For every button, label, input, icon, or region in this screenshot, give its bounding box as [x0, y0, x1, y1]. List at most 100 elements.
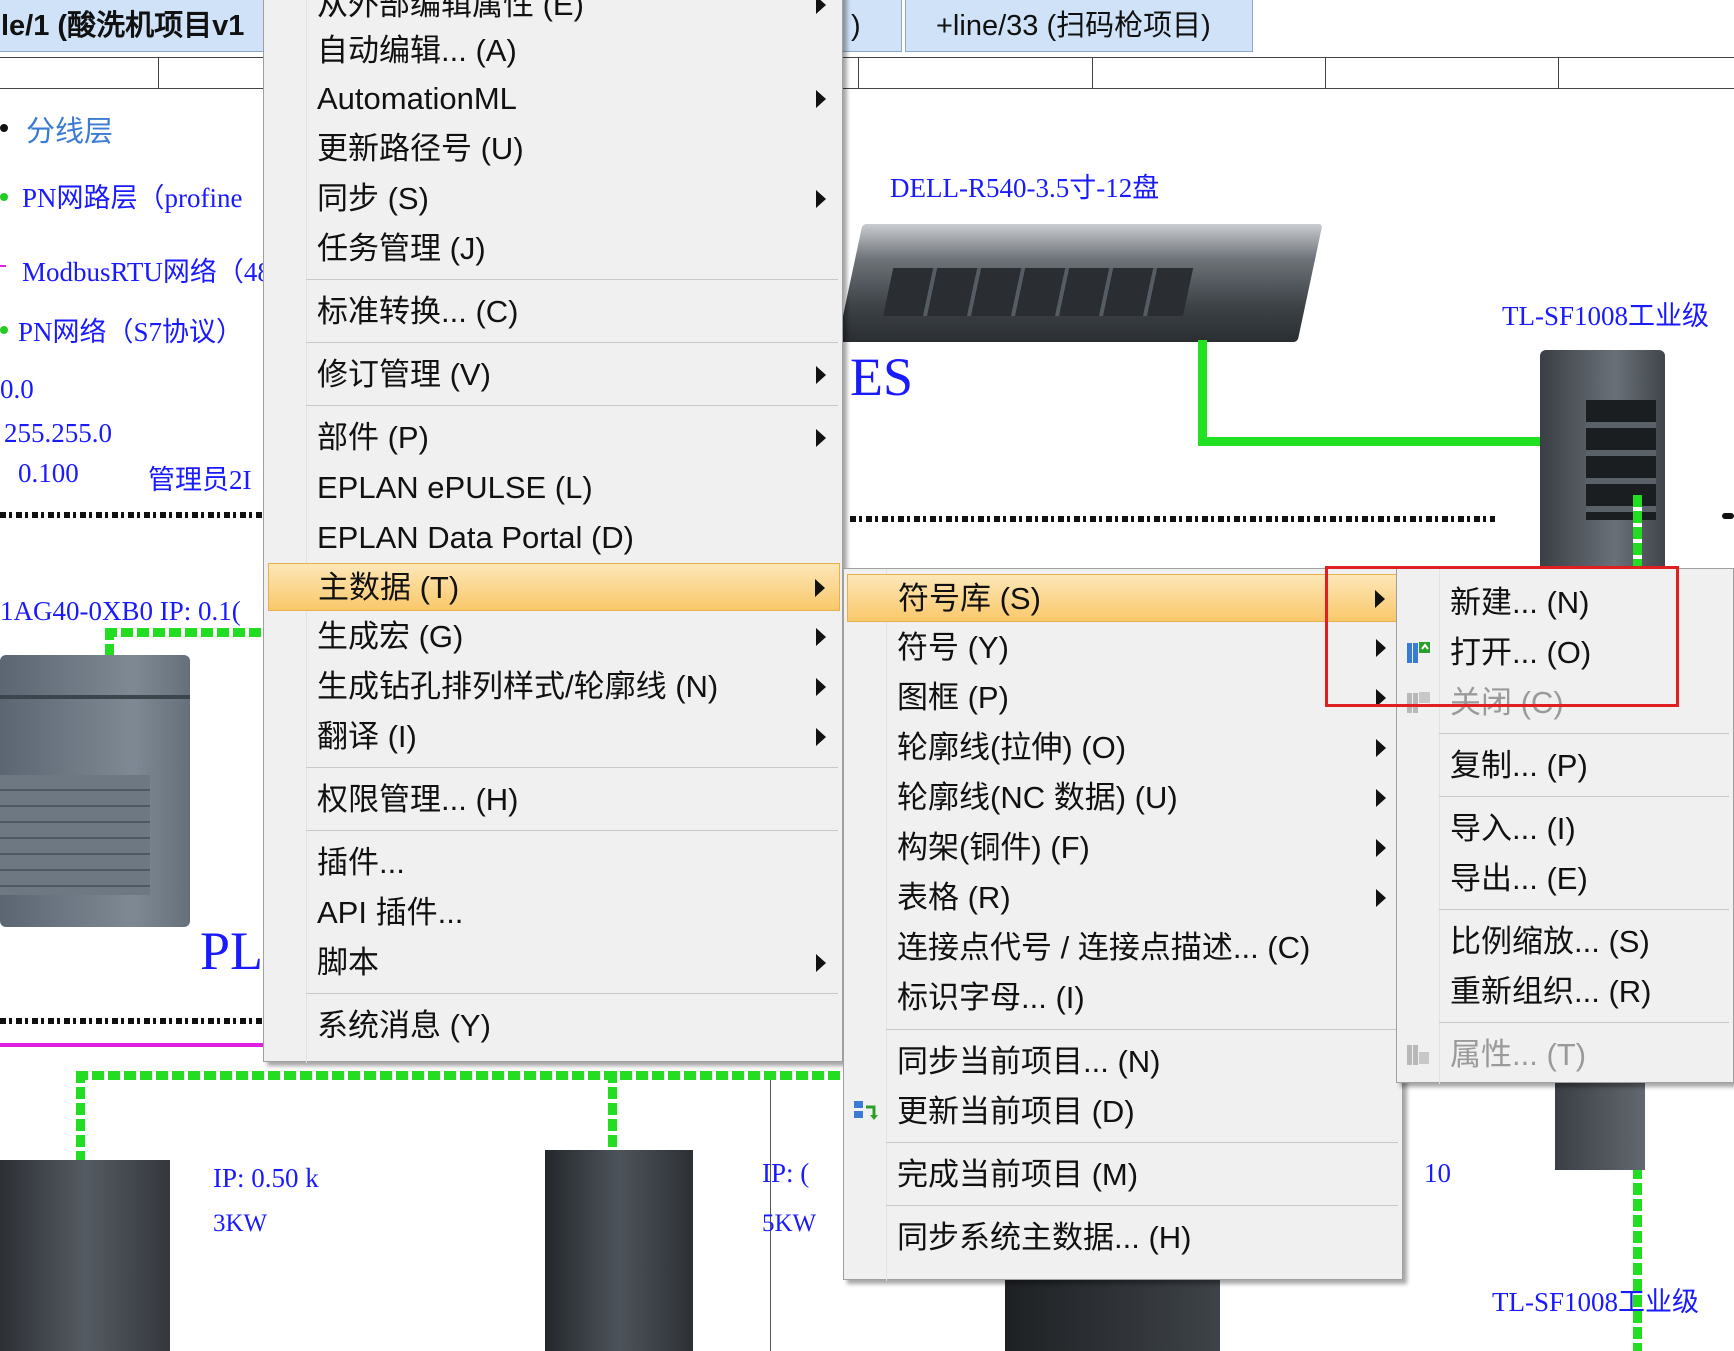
menu-item-reorganize[interactable]: 重新组织... (R)	[1397, 968, 1733, 1016]
menu3-separator-3	[1439, 909, 1729, 910]
update-project-icon	[854, 1101, 878, 1120]
annotation-highlight-box	[1325, 566, 1679, 707]
menu-item-scale[interactable]: 比例缩放... (S)	[1397, 918, 1733, 966]
legend-bullet-1	[0, 124, 8, 132]
menu-item-generate-macros[interactable]: 生成宏 (G)	[264, 613, 842, 661]
menu-item-auto-edit[interactable]: 自动编辑... (A)	[264, 27, 842, 75]
menu3-separator-2	[1439, 796, 1729, 797]
ruler-left	[0, 57, 265, 89]
legend-pn-layer: PN网路层（profine	[22, 183, 243, 213]
menu-item-update-path-number[interactable]: 更新路径号 (U)	[264, 125, 842, 173]
server-link-v	[1198, 340, 1207, 446]
menu-item-eplan-epulse[interactable]: EPLAN ePULSE (L)	[264, 464, 842, 512]
menu-item-master-data[interactable]: 主数据 (T)	[268, 563, 840, 611]
ip-text-2: 255.255.0	[4, 418, 112, 448]
tab-project-3[interactable]: +line/33 (扫码枪项目)	[905, 0, 1253, 52]
ruler-right	[842, 57, 1734, 89]
server-label: DELL-R540-3.5寸-12盘	[890, 173, 1160, 203]
drive1-image	[0, 1160, 170, 1351]
menu1-separator-1	[306, 279, 838, 280]
admin-text: 管理员2I	[148, 465, 252, 495]
menu-item-task-management[interactable]: 任务管理 (J)	[264, 225, 842, 273]
ip-text-3: 0.100	[18, 458, 79, 488]
tools-menu: 从外部编辑属性 (E) 自动编辑... (A) AutomationML 更新路…	[263, 0, 843, 1063]
menu-item-translate[interactable]: 翻译 (I)	[264, 713, 842, 761]
menu-item-sync[interactable]: 同步 (S)	[264, 175, 842, 223]
menu-item-drilling-pattern[interactable]: 生成钻孔排列样式/轮廓线 (N)	[264, 663, 842, 711]
menu-item-copper-frame[interactable]: 构架(铜件) (F)	[844, 824, 1402, 872]
menu1-separator-5	[306, 830, 838, 831]
drive1-ip: IP: 0.50 k	[213, 1163, 319, 1193]
menu-item-symbol-library[interactable]: 符号库 (S)	[847, 574, 1399, 622]
menu1-separator-2	[306, 342, 838, 343]
switch-bottom-image	[1555, 1080, 1645, 1170]
menu-item-outline-extrude[interactable]: 轮廓线(拉伸) (O)	[844, 724, 1402, 772]
menu-item-identifier-letters[interactable]: 标识字母... (I)	[844, 974, 1402, 1022]
menu2-separator-3	[886, 1205, 1398, 1206]
menu1-separator-6	[306, 993, 838, 994]
legend-bullet-2	[0, 193, 8, 201]
master-data-submenu: 符号库 (S) 符号 (Y) 图框 (P) 轮廓线(拉伸) (O) 轮廓线(NC…	[843, 568, 1403, 1281]
menu-item-parts[interactable]: 部件 (P)	[264, 414, 842, 462]
menu2-separator-2	[886, 1142, 1398, 1143]
legend-modbus-layer: ModbusRTU网络（48	[22, 257, 271, 287]
menu-item-copy[interactable]: 复制... (P)	[1397, 742, 1733, 790]
menu-item-addins[interactable]: 插件...	[264, 839, 842, 887]
menu3-separator-4	[1439, 1022, 1729, 1023]
menu2-separator-1	[886, 1029, 1398, 1030]
drive2-image	[545, 1150, 693, 1351]
plc-link-h	[105, 628, 265, 637]
modbus-line	[0, 1043, 265, 1047]
number-10: 10	[1424, 1158, 1451, 1188]
plc-big-label: PL	[200, 921, 264, 981]
menu-item-update-current-project[interactable]: 更新当前项目 (D)	[844, 1088, 1402, 1136]
menu1-separator-3	[306, 405, 838, 406]
menu-item-connection-point[interactable]: 连接点代号 / 连接点描述... (C)	[844, 924, 1402, 972]
switch-bottom-label: TL-SF1008工业级	[1492, 1287, 1700, 1317]
properties-icon	[1407, 1045, 1429, 1065]
tab-project-2[interactable]: )	[842, 0, 902, 52]
server-image	[837, 224, 1323, 342]
menu-item-standard-conversion[interactable]: 标准转换... (C)	[264, 288, 842, 336]
menu-item-export[interactable]: 导出... (E)	[1397, 855, 1733, 903]
menu-item-scripts[interactable]: 脚本	[264, 939, 842, 987]
menu-item-system-messages[interactable]: 系统消息 (Y)	[264, 1002, 842, 1050]
tab-project-1[interactable]: le/1 (酸洗机项目v1	[0, 0, 264, 52]
menu-item-outline-nc[interactable]: 轮廓线(NC 数据) (U)	[844, 774, 1402, 822]
menu-item-forms-frame[interactable]: 图框 (P)	[844, 674, 1402, 722]
plc-device-image	[0, 655, 190, 927]
menu-item-automationml[interactable]: AutomationML	[264, 75, 842, 123]
drive1-power: 3KW	[213, 1210, 268, 1237]
separator-end-dot	[1722, 513, 1734, 519]
menu3-separator-1	[1439, 733, 1729, 734]
menu1-separator-4	[306, 767, 838, 768]
mes-label: ES	[850, 347, 914, 407]
drive-bus-h	[76, 1071, 876, 1080]
separator-top-right	[850, 516, 1495, 522]
menu-item-sync-system-master-data[interactable]: 同步系统主数据... (H)	[844, 1214, 1402, 1262]
ip-text-1: 0.0	[0, 374, 34, 404]
menu-item-edit-external-props[interactable]: 从外部编辑属性 (E)	[264, 0, 842, 29]
menu-item-api-addins[interactable]: API 插件...	[264, 889, 842, 937]
menu-item-eplan-data-portal[interactable]: EPLAN Data Portal (D)	[264, 514, 842, 562]
menu-item-properties[interactable]: 属性... (T)	[1397, 1031, 1733, 1079]
menu-item-import[interactable]: 导入... (I)	[1397, 805, 1733, 853]
drive2-power: 5KW	[762, 1210, 817, 1237]
menu-item-symbols[interactable]: 符号 (Y)	[844, 624, 1402, 672]
separator-top-left	[0, 512, 265, 518]
switch-top-label: TL-SF1008工业级	[1502, 301, 1710, 331]
menu-item-sync-current-project[interactable]: 同步当前项目... (N)	[844, 1038, 1402, 1086]
legend-bullet-3	[0, 265, 6, 267]
legend-bullet-4	[0, 326, 8, 334]
legend-pn-s7: PN网络（S7协议）	[18, 317, 244, 347]
drive2-ip: IP: (	[762, 1158, 810, 1188]
legend-distribution-layer: 分线层	[26, 116, 114, 148]
separator-bottom-left	[0, 1018, 265, 1024]
drive3-image	[1005, 1270, 1220, 1351]
switch-top-image	[1540, 350, 1665, 575]
menu-item-rights-management[interactable]: 权限管理... (H)	[264, 776, 842, 824]
menu-item-revision-management[interactable]: 修订管理 (V)	[264, 351, 842, 399]
plc-label: 1AG40-0XB0 IP: 0.1(	[0, 596, 241, 626]
menu-item-forms[interactable]: 表格 (R)	[844, 874, 1402, 922]
menu-item-complete-current-project[interactable]: 完成当前项目 (M)	[844, 1151, 1402, 1199]
